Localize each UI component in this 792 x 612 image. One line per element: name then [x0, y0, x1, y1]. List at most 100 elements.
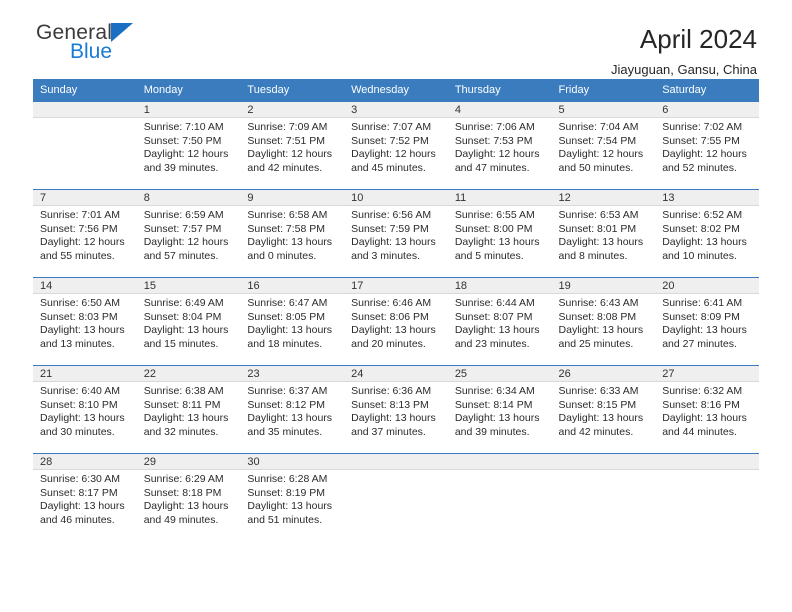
calendar-day-cell[interactable]: 13 Sunrise: 6:52 AM Sunset: 8:02 PM Dayligh…: [655, 189, 759, 278]
daylight-duration-line1: Daylight: 13 hours: [247, 412, 333, 424]
day-number: 10: [344, 190, 448, 206]
daylight-duration-line1: Daylight: 13 hours: [454, 324, 540, 336]
calendar-day-cell[interactable]: 14 Sunrise: 6:50 AM Sunset: 8:03 PM Dayligh…: [33, 277, 137, 366]
calendar-day-cell[interactable]: 22 Sunrise: 6:38 AM Sunset: 8:11 PM Dayligh…: [136, 365, 241, 454]
weekday-header-saturday: Saturday: [655, 79, 759, 102]
sunrise-time: Sunrise: 6:33 AM: [558, 385, 639, 397]
sunrise-time: Sunrise: 6:37 AM: [247, 385, 328, 397]
calendar-day-cell[interactable]: 15 Sunrise: 6:49 AM Sunset: 8:04 PM Dayligh…: [136, 277, 241, 366]
calendar-empty-cell: [655, 453, 759, 542]
daylight-duration-line2: and 27 minutes.: [662, 337, 737, 350]
day-number: 11: [447, 190, 552, 206]
calendar-day-cell[interactable]: 18 Sunrise: 6:44 AM Sunset: 8:07 PM Dayligh…: [447, 277, 552, 366]
daylight-duration-line1: Daylight: 13 hours: [662, 324, 747, 336]
daylight-duration-line2: and 44 minutes.: [662, 425, 737, 438]
calendar-day-cell[interactable]: 21 Sunrise: 6:40 AM Sunset: 8:10 PM Dayligh…: [33, 365, 137, 454]
day-details: Sunrise: 7:09 AM Sunset: 7:51 PM Daylight:…: [240, 118, 344, 175]
calendar-empty-cell: [344, 453, 448, 542]
calendar-day-cell[interactable]: 26 Sunrise: 6:33 AM Sunset: 8:15 PM Dayligh…: [551, 365, 656, 454]
sunrise-time: Sunrise: 7:06 AM: [454, 121, 535, 133]
calendar-day-cell[interactable]: 1 Sunrise: 7:10 AM Sunset: 7:50 PM Daylight…: [136, 101, 241, 190]
calendar-day-cell[interactable]: 7 Sunrise: 7:01 AM Sunset: 7:56 PM Daylight…: [33, 189, 137, 278]
daylight-duration-line1: Daylight: 13 hours: [351, 236, 436, 248]
sunset-time: Sunset: 7:51 PM: [247, 134, 326, 147]
calendar-day-cell[interactable]: 6 Sunrise: 7:02 AM Sunset: 7:55 PM Daylight…: [655, 101, 759, 190]
calendar-day-cell[interactable]: 5 Sunrise: 7:04 AM Sunset: 7:54 PM Daylight…: [551, 101, 656, 190]
calendar-day-cell[interactable]: 23 Sunrise: 6:37 AM Sunset: 8:12 PM Dayligh…: [240, 365, 345, 454]
day-number: 19: [551, 278, 656, 294]
calendar-day-cell[interactable]: 27 Sunrise: 6:32 AM Sunset: 8:16 PM Dayligh…: [655, 365, 759, 454]
sunrise-time: Sunrise: 6:47 AM: [247, 297, 328, 309]
daylight-duration-line2: and 8 minutes.: [558, 249, 628, 262]
daylight-duration-line1: Daylight: 13 hours: [40, 324, 125, 336]
day-number: 23: [240, 366, 345, 382]
day-details: Sunrise: 6:34 AM Sunset: 8:14 PM Daylight:…: [448, 382, 552, 439]
logo-triangle-icon: [111, 23, 134, 42]
calendar-day-cell[interactable]: 4 Sunrise: 7:06 AM Sunset: 7:53 PM Daylight…: [447, 101, 552, 190]
day-number: 5: [551, 102, 656, 118]
sunrise-time: Sunrise: 6:53 AM: [558, 209, 639, 221]
day-details: Sunrise: 7:06 AM Sunset: 7:53 PM Daylight:…: [448, 118, 552, 175]
calendar-day-cell[interactable]: 28 Sunrise: 6:30 AM Sunset: 8:17 PM Dayligh…: [33, 453, 137, 542]
daylight-duration-line2: and 46 minutes.: [40, 513, 115, 526]
calendar-day-cell[interactable]: 10 Sunrise: 6:56 AM Sunset: 7:59 PM Dayligh…: [344, 189, 448, 278]
sunset-time: Sunset: 8:07 PM: [454, 310, 533, 323]
weekday-header-thursday: Thursday: [447, 79, 552, 102]
calendar-day-cell[interactable]: 3 Sunrise: 7:07 AM Sunset: 7:52 PM Daylight…: [344, 101, 448, 190]
sunset-time: Sunset: 8:06 PM: [351, 310, 429, 323]
calendar-day-cell[interactable]: 20 Sunrise: 6:41 AM Sunset: 8:09 PM Dayligh…: [655, 277, 759, 366]
daylight-duration-line1: Daylight: 12 hours: [40, 236, 125, 248]
day-number: 24: [344, 366, 448, 382]
daylight-duration-line1: Daylight: 13 hours: [558, 236, 644, 248]
calendar-day-cell[interactable]: 9 Sunrise: 6:58 AM Sunset: 7:58 PM Daylight…: [240, 189, 345, 278]
calendar-day-cell[interactable]: 19 Sunrise: 6:43 AM Sunset: 8:08 PM Dayligh…: [551, 277, 656, 366]
sunrise-time: Sunrise: 6:58 AM: [247, 209, 328, 221]
day-number: 8: [136, 190, 241, 206]
sunrise-time: Sunrise: 6:38 AM: [143, 385, 224, 397]
sunset-time: Sunset: 7:54 PM: [558, 134, 637, 147]
sunset-time: Sunset: 8:11 PM: [143, 398, 221, 411]
daylight-duration-line1: Daylight: 13 hours: [558, 324, 644, 336]
sunset-time: Sunset: 8:17 PM: [40, 486, 118, 499]
sunrise-time: Sunrise: 6:44 AM: [454, 297, 535, 309]
day-details: Sunrise: 7:07 AM Sunset: 7:52 PM Daylight:…: [344, 118, 448, 175]
calendar-page: General Blue April 2024 Jiayuguan, Gansu…: [0, 0, 792, 612]
calendar-day-cell[interactable]: 2 Sunrise: 7:09 AM Sunset: 7:51 PM Daylight…: [240, 101, 345, 190]
daylight-duration-line2: and 0 minutes.: [247, 249, 317, 262]
sunrise-time: Sunrise: 7:04 AM: [558, 121, 639, 133]
logo-text-blue: Blue: [70, 40, 113, 63]
day-number: [447, 454, 552, 470]
sunrise-time: Sunrise: 6:50 AM: [40, 297, 120, 309]
sunset-time: Sunset: 8:13 PM: [351, 398, 429, 411]
daylight-duration-line2: and 15 minutes.: [143, 337, 219, 350]
day-number: 26: [551, 366, 656, 382]
day-number: [33, 102, 137, 118]
sunset-time: Sunset: 7:52 PM: [351, 134, 429, 147]
day-details: Sunrise: 6:41 AM Sunset: 8:09 PM Daylight:…: [655, 294, 759, 351]
calendar-week-row: 7 Sunrise: 7:01 AM Sunset: 7:56 PM Daylight…: [33, 189, 759, 278]
calendar-week-row: 28 Sunrise: 6:30 AM Sunset: 8:17 PM Dayligh…: [33, 453, 759, 542]
calendar-day-cell[interactable]: 16 Sunrise: 6:47 AM Sunset: 8:05 PM Dayligh…: [240, 277, 345, 366]
sunset-time: Sunset: 8:03 PM: [40, 310, 118, 323]
daylight-duration-line2: and 10 minutes.: [662, 249, 737, 262]
sunrise-time: Sunrise: 6:56 AM: [351, 209, 432, 221]
sunrise-time: Sunrise: 6:32 AM: [662, 385, 743, 397]
sunrise-time: Sunrise: 6:28 AM: [247, 473, 328, 485]
calendar-week-row: 1 Sunrise: 7:10 AM Sunset: 7:50 PM Daylight…: [33, 101, 759, 190]
daylight-duration-line2: and 51 minutes.: [247, 513, 323, 526]
daylight-duration-line2: and 45 minutes.: [351, 161, 426, 174]
day-details: Sunrise: 6:30 AM Sunset: 8:17 PM Daylight:…: [33, 470, 137, 527]
calendar-day-cell[interactable]: 8 Sunrise: 6:59 AM Sunset: 7:57 PM Daylight…: [136, 189, 241, 278]
calendar-day-cell[interactable]: 24 Sunrise: 6:36 AM Sunset: 8:13 PM Dayligh…: [344, 365, 448, 454]
calendar-day-cell[interactable]: 25 Sunrise: 6:34 AM Sunset: 8:14 PM Dayligh…: [447, 365, 552, 454]
calendar-day-cell[interactable]: 30 Sunrise: 6:28 AM Sunset: 8:19 PM Dayligh…: [240, 453, 345, 542]
calendar-day-cell[interactable]: 12 Sunrise: 6:53 AM Sunset: 8:01 PM Dayligh…: [551, 189, 656, 278]
sunset-time: Sunset: 8:08 PM: [558, 310, 637, 323]
day-number: 13: [655, 190, 759, 206]
calendar-day-cell[interactable]: 29 Sunrise: 6:29 AM Sunset: 8:18 PM Dayligh…: [136, 453, 241, 542]
weekday-header-tuesday: Tuesday: [240, 79, 345, 102]
daylight-duration-line1: Daylight: 13 hours: [454, 236, 540, 248]
calendar-day-cell[interactable]: 11 Sunrise: 6:55 AM Sunset: 8:00 PM Dayligh…: [447, 189, 552, 278]
sunrise-time: Sunrise: 6:36 AM: [351, 385, 432, 397]
calendar-day-cell[interactable]: 17 Sunrise: 6:46 AM Sunset: 8:06 PM Dayligh…: [344, 277, 448, 366]
